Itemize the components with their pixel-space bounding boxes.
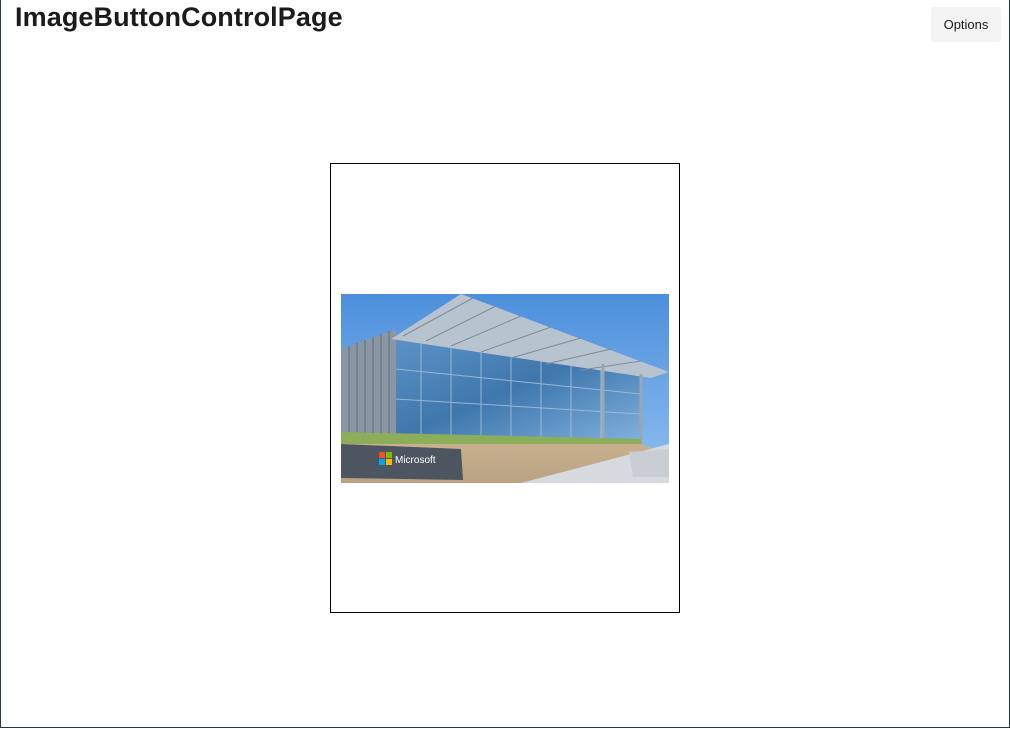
building-photo: Microsoft bbox=[341, 294, 669, 483]
page-title: ImageButtonControlPage bbox=[15, 2, 343, 32]
image-button[interactable]: Microsoft bbox=[330, 163, 680, 613]
sign-text: Microsoft bbox=[395, 455, 436, 466]
options-button[interactable]: Options bbox=[931, 7, 1001, 42]
